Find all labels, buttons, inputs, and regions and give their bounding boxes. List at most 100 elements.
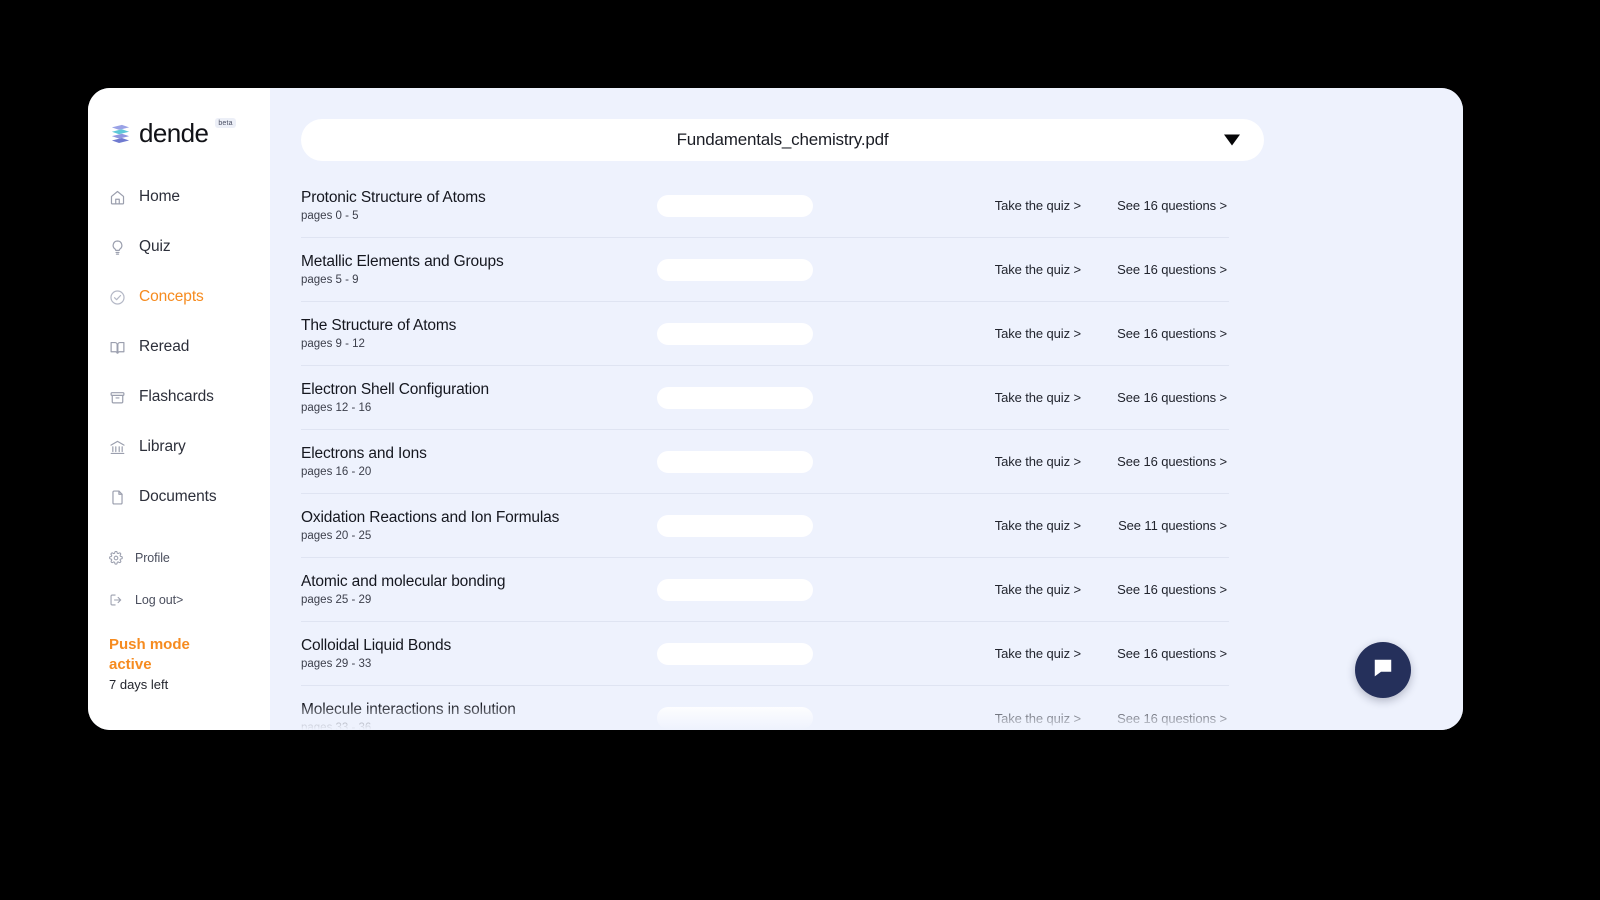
sidebar-item-label: Documents: [139, 488, 217, 505]
concept-info: Oxidation Reactions and Ion Formulas page…: [301, 509, 657, 543]
gear-icon: [109, 551, 123, 565]
brand-logo[interactable]: dende beta: [88, 116, 270, 150]
concept-info: Molecule interactions in solution pages 3…: [301, 701, 657, 730]
concept-row: Electrons and Ions pages 16 - 20 Take the …: [301, 430, 1229, 494]
concept-info: The Structure of Atoms pages 9 - 12: [301, 317, 657, 351]
take-the-quiz-link[interactable]: Take the quiz >: [933, 582, 1081, 597]
see-questions-link[interactable]: See 16 questions >: [1081, 198, 1229, 213]
concept-progress-placeholder: [657, 386, 813, 409]
concept-info: Protonic Structure of Atoms pages 0 - 5: [301, 189, 657, 223]
concept-title: Oxidation Reactions and Ion Formulas: [301, 508, 560, 526]
take-the-quiz-link[interactable]: Take the quiz >: [933, 454, 1081, 469]
concept-title: Atomic and molecular bonding: [301, 572, 506, 590]
sidebar-item-logout[interactable]: Log out>: [88, 579, 270, 621]
bank-columns-icon: [109, 439, 126, 456]
concept-progress-placeholder: [657, 322, 813, 345]
logout-arrow-icon: [109, 593, 123, 607]
see-questions-link[interactable]: See 16 questions >: [1081, 711, 1229, 726]
concept-progress-placeholder: [657, 258, 813, 281]
sidebar-item-library[interactable]: Library: [88, 422, 270, 472]
concept-pages: pages 0 - 5: [301, 209, 359, 222]
concept-info: Colloidal Liquid Bonds pages 29 - 33: [301, 637, 657, 671]
push-mode-status: Push mode active 7 days left: [88, 621, 270, 692]
sidebar-item-reread[interactable]: Reread: [88, 322, 270, 372]
take-the-quiz-link[interactable]: Take the quiz >: [933, 326, 1081, 341]
sidebar-item-label: Home: [139, 188, 180, 205]
concept-row: Oxidation Reactions and Ion Formulas page…: [301, 494, 1229, 558]
chat-support-button[interactable]: [1355, 642, 1411, 698]
see-questions-link[interactable]: See 16 questions >: [1081, 582, 1229, 597]
sidebar-item-label: Log out>: [135, 593, 184, 607]
concept-progress-placeholder: [657, 514, 813, 537]
see-questions-link[interactable]: See 11 questions >: [1081, 518, 1229, 533]
document-name: Fundamentals_chemistry.pdf: [676, 130, 889, 149]
lightbulb-icon: [109, 239, 126, 256]
concept-pages: pages 9 - 12: [301, 337, 365, 350]
see-questions-link[interactable]: See 16 questions >: [1081, 326, 1229, 341]
sidebar-item-documents[interactable]: Documents: [88, 472, 270, 522]
home-icon: [109, 189, 126, 206]
see-questions-link[interactable]: See 16 questions >: [1081, 262, 1229, 277]
sidebar-item-label: Flashcards: [139, 388, 214, 405]
concept-progress-placeholder: [657, 707, 813, 729]
concept-info: Electron Shell Configuration pages 12 - 1…: [301, 381, 657, 415]
open-book-icon: [109, 339, 126, 356]
concept-pages: pages 33 - 36: [301, 722, 372, 730]
concept-title: Molecule interactions in solution: [301, 701, 516, 719]
see-questions-link[interactable]: See 16 questions >: [1081, 390, 1229, 405]
concept-title: Colloidal Liquid Bonds: [301, 636, 452, 654]
concept-pages: pages 5 - 9: [301, 273, 359, 286]
sidebar-item-concepts[interactable]: Concepts: [88, 272, 270, 322]
push-mode-title: Push mode active: [109, 636, 190, 673]
sidebar-item-label: Profile: [135, 551, 170, 565]
concept-row: The Structure of Atoms pages 9 - 12 Take t…: [301, 302, 1229, 366]
take-the-quiz-link[interactable]: Take the quiz >: [933, 390, 1081, 405]
concept-info: Metallic Elements and Groups pages 5 - 9: [301, 253, 657, 287]
concept-pages: pages 16 - 20: [301, 465, 372, 478]
concept-title: Protonic Structure of Atoms: [301, 188, 486, 206]
sidebar: dende beta Home Quiz Concepts Reread Fla…: [88, 88, 270, 730]
take-the-quiz-link[interactable]: Take the quiz >: [933, 646, 1081, 661]
sidebar-item-flashcards[interactable]: Flashcards: [88, 372, 270, 422]
concept-row: Protonic Structure of Atoms pages 0 - 5 Ta…: [301, 174, 1229, 238]
concept-row: Electron Shell Configuration pages 12 - 1…: [301, 366, 1229, 430]
sidebar-item-profile[interactable]: Profile: [88, 537, 270, 579]
stacked-layers-icon: [109, 122, 132, 145]
push-mode-days-left: 7 days left: [109, 676, 169, 692]
concept-row: Molecule interactions in solution pages 3…: [301, 686, 1229, 730]
sidebar-item-label: Quiz: [139, 238, 171, 255]
file-icon: [109, 489, 126, 506]
concept-pages: pages 25 - 29: [301, 593, 372, 606]
app-window: dende beta Home Quiz Concepts Reread Fla…: [88, 88, 1463, 730]
concept-pages: pages 12 - 16: [301, 401, 372, 414]
concept-title: Electron Shell Configuration: [301, 380, 489, 398]
concepts-list: Protonic Structure of Atoms pages 0 - 5 Ta…: [301, 174, 1229, 730]
secondary-nav: Profile Log out>: [88, 537, 270, 621]
take-the-quiz-link[interactable]: Take the quiz >: [933, 518, 1081, 533]
concept-progress-placeholder: [657, 194, 813, 217]
concept-row: Colloidal Liquid Bonds pages 29 - 33 Take …: [301, 622, 1229, 686]
sidebar-item-label: Library: [139, 438, 186, 455]
concept-progress-placeholder: [657, 578, 813, 601]
primary-nav: Home Quiz Concepts Reread Flashcards Lib…: [88, 172, 270, 522]
sidebar-item-label: Concepts: [139, 288, 204, 305]
concept-info: Atomic and molecular bonding pages 25 - 2…: [301, 573, 657, 607]
concept-pages: pages 29 - 33: [301, 657, 372, 670]
brand-name: dende: [139, 118, 209, 148]
document-selector[interactable]: Fundamentals_chemistry.pdf: [301, 119, 1264, 161]
chevron-down-icon[interactable]: [1224, 134, 1240, 146]
see-questions-link[interactable]: See 16 questions >: [1081, 454, 1229, 469]
concept-row: Metallic Elements and Groups pages 5 - 9 T…: [301, 238, 1229, 302]
concept-title: The Structure of Atoms: [301, 316, 457, 334]
sidebar-item-label: Reread: [139, 338, 190, 355]
chat-bubble-icon: [1370, 655, 1396, 686]
sidebar-item-quiz[interactable]: Quiz: [88, 222, 270, 272]
see-questions-link[interactable]: See 16 questions >: [1081, 646, 1229, 661]
concept-info: Electrons and Ions pages 16 - 20: [301, 445, 657, 479]
take-the-quiz-link[interactable]: Take the quiz >: [933, 711, 1081, 726]
take-the-quiz-link[interactable]: Take the quiz >: [933, 198, 1081, 213]
check-circle-icon: [109, 289, 126, 306]
take-the-quiz-link[interactable]: Take the quiz >: [933, 262, 1081, 277]
sidebar-item-home[interactable]: Home: [88, 172, 270, 222]
concept-title: Electrons and Ions: [301, 444, 427, 462]
